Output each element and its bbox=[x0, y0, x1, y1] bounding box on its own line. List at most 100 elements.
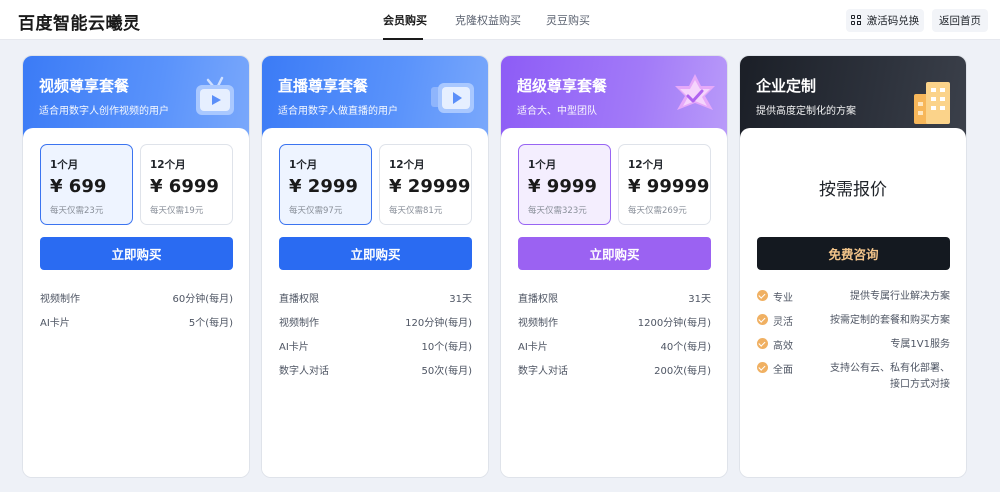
active-tab-indicator bbox=[383, 38, 423, 40]
tab-clone-rights-purchase[interactable]: 克隆权益购买 bbox=[455, 12, 521, 28]
plan-subtitle: 适合用数字人做直播的用户 bbox=[278, 106, 398, 117]
feature-row: AI卡片 40个(每月) bbox=[518, 338, 711, 353]
plan-body: 1个月 ¥ 9999 每天仅需323元 12个月 ¥ 99999 每天仅需269… bbox=[501, 128, 727, 477]
plan-subtitle: 适合用数字人创作视频的用户 bbox=[39, 106, 169, 117]
free-consultation-button[interactable]: 免费咨询 bbox=[757, 237, 950, 270]
plan-title: 直播尊享套餐 bbox=[278, 77, 369, 95]
feature-name: 灵活 bbox=[773, 317, 793, 328]
plan-body: 1个月 ¥ 699 每天仅需23元 12个月 ¥ 6999 每天仅需19元 立即… bbox=[23, 128, 249, 477]
plan-card-live: 直播尊享套餐 适合用数字人做直播的用户 1个月 ¥ 2999 每天仅需97元 1… bbox=[261, 55, 489, 478]
feature-name: 全面 bbox=[773, 365, 793, 376]
plan-body: 按需报价 免费咨询 专业 提供专属行业解决方案 灵活 按需定制的套餐和购买方案 … bbox=[740, 128, 966, 477]
option-daily-price: 每天仅需81元 bbox=[389, 206, 443, 216]
feature-name: AI卡片 bbox=[518, 342, 548, 353]
option-price: ¥ 6999 bbox=[150, 176, 219, 197]
buy-now-button[interactable]: 立即购买 bbox=[518, 237, 711, 270]
plan-subtitle: 提供高度定制化的方案 bbox=[756, 106, 856, 117]
feature-value: 200次(每月) bbox=[654, 366, 711, 377]
option-period: 12个月 bbox=[389, 159, 425, 171]
feature-row: 视频制作 1200分钟(每月) bbox=[518, 314, 711, 329]
plan-subtitle: 适合大、中型团队 bbox=[517, 106, 597, 117]
buy-now-button[interactable]: 立即购买 bbox=[279, 237, 472, 270]
feature-name: 视频制作 bbox=[279, 318, 319, 329]
check-circle-icon bbox=[757, 362, 768, 373]
redeem-code-button[interactable]: 激活码兑换 bbox=[846, 9, 924, 32]
feature-row: 视频制作 60分钟(每月) bbox=[40, 290, 233, 305]
option-daily-price: 每天仅需97元 bbox=[289, 206, 343, 216]
tv-play-icon bbox=[431, 83, 474, 113]
plan-option-12-months[interactable]: 12个月 ¥ 99999 每天仅需269元 bbox=[618, 144, 711, 225]
option-daily-price: 每天仅需323元 bbox=[528, 206, 587, 216]
feature-name: 视频制作 bbox=[518, 318, 558, 329]
building-icon bbox=[914, 82, 950, 124]
quote-on-demand-label: 按需报价 bbox=[819, 180, 887, 200]
buy-now-button[interactable]: 立即购买 bbox=[40, 237, 233, 270]
feature-value: 120分钟(每月) bbox=[405, 318, 472, 329]
option-price: ¥ 29999 bbox=[389, 176, 471, 197]
option-period: 12个月 bbox=[628, 159, 664, 171]
back-home-button[interactable]: 返回首页 bbox=[932, 9, 988, 32]
plan-body: 1个月 ¥ 2999 每天仅需97元 12个月 ¥ 29999 每天仅需81元 … bbox=[262, 128, 488, 477]
feature-value: 50次(每月) bbox=[421, 366, 472, 377]
star-badge-icon bbox=[675, 74, 715, 110]
option-price: ¥ 99999 bbox=[628, 176, 710, 197]
option-price: ¥ 9999 bbox=[528, 176, 597, 197]
feature-name: 专业 bbox=[773, 293, 793, 304]
option-period: 1个月 bbox=[528, 159, 557, 171]
feature-value: 按需定制的套餐和购买方案 bbox=[830, 315, 950, 326]
feature-name: AI卡片 bbox=[40, 318, 70, 329]
plan-option-1-month[interactable]: 1个月 ¥ 9999 每天仅需323元 bbox=[518, 144, 611, 225]
option-price: ¥ 2999 bbox=[289, 176, 358, 197]
tab-member-purchase[interactable]: 会员购买 bbox=[383, 12, 427, 28]
plan-title: 企业定制 bbox=[756, 77, 817, 95]
feature-name: 数字人对话 bbox=[279, 366, 329, 377]
feature-value: 31天 bbox=[449, 294, 472, 305]
option-period: 12个月 bbox=[150, 159, 186, 171]
feature-value: 5个(每月) bbox=[188, 318, 233, 329]
check-circle-icon bbox=[757, 290, 768, 301]
feature-name: 直播权限 bbox=[279, 294, 319, 305]
option-price: ¥ 699 bbox=[50, 176, 107, 197]
plan-card-video: 视频尊享套餐 适合用数字人创作视频的用户 1个月 ¥ 699 每天仅需23元 1… bbox=[22, 55, 250, 478]
redeem-code-label: 激活码兑换 bbox=[866, 15, 920, 27]
feature-row: 数字人对话 200次(每月) bbox=[518, 362, 711, 377]
option-daily-price: 每天仅需269元 bbox=[628, 206, 687, 216]
enterprise-feature-row: 高效 专属1V1服务 bbox=[757, 337, 950, 352]
plan-option-1-month[interactable]: 1个月 ¥ 699 每天仅需23元 bbox=[40, 144, 133, 225]
feature-name: 直播权限 bbox=[518, 294, 558, 305]
feature-value: 40个(每月) bbox=[660, 342, 711, 353]
feature-value: 1200分钟(每月) bbox=[637, 318, 711, 329]
tv-play-icon bbox=[196, 76, 234, 115]
feature-name: 数字人对话 bbox=[518, 366, 568, 377]
option-period: 1个月 bbox=[289, 159, 318, 171]
qr-code-icon bbox=[850, 15, 862, 26]
feature-row: AI卡片 10个(每月) bbox=[279, 338, 472, 353]
plan-option-12-months[interactable]: 12个月 ¥ 29999 每天仅需81元 bbox=[379, 144, 472, 225]
plan-option-12-months[interactable]: 12个月 ¥ 6999 每天仅需19元 bbox=[140, 144, 233, 225]
option-daily-price: 每天仅需23元 bbox=[50, 206, 104, 216]
plan-card-super: 超级尊享套餐 适合大、中型团队 1个月 ¥ 9999 每天仅需323元 12个月… bbox=[500, 55, 728, 478]
feature-value: 提供专属行业解决方案 bbox=[850, 291, 950, 302]
enterprise-feature-row: 专业 提供专属行业解决方案 bbox=[757, 289, 950, 304]
plan-card-enterprise: 企业定制 提供高度定制化的方案 按需报价 免费咨询 专业 提供专属行业解决方案 … bbox=[739, 55, 967, 478]
feature-value: 10个(每月) bbox=[421, 342, 472, 353]
feature-name: 视频制作 bbox=[40, 294, 80, 305]
feature-row: 直播权限 31天 bbox=[518, 290, 711, 305]
option-period: 1个月 bbox=[50, 159, 79, 171]
option-daily-price: 每天仅需19元 bbox=[150, 206, 204, 216]
feature-row: 数字人对话 50次(每月) bbox=[279, 362, 472, 377]
feature-row: AI卡片 5个(每月) bbox=[40, 314, 233, 329]
feature-name: 高效 bbox=[773, 341, 793, 352]
plan-option-1-month[interactable]: 1个月 ¥ 2999 每天仅需97元 bbox=[279, 144, 372, 225]
feature-name: AI卡片 bbox=[279, 342, 309, 353]
feature-value: 支持公有云、私有化部署、接口方式对接 bbox=[830, 363, 950, 390]
tab-lingdou-purchase[interactable]: 灵豆购买 bbox=[546, 12, 590, 28]
feature-value: 专属1V1服务 bbox=[890, 339, 950, 350]
top-bar: 百度智能云曦灵 会员购买 克隆权益购买 灵豆购买 激活码兑换 返回首页 bbox=[0, 0, 1000, 40]
feature-value: 60分钟(每月) bbox=[172, 294, 233, 305]
feature-row: 视频制作 120分钟(每月) bbox=[279, 314, 472, 329]
feature-value: 31天 bbox=[688, 294, 711, 305]
enterprise-feature-row: 灵活 按需定制的套餐和购买方案 bbox=[757, 313, 950, 328]
plan-title: 视频尊享套餐 bbox=[39, 77, 130, 95]
feature-row: 直播权限 31天 bbox=[279, 290, 472, 305]
